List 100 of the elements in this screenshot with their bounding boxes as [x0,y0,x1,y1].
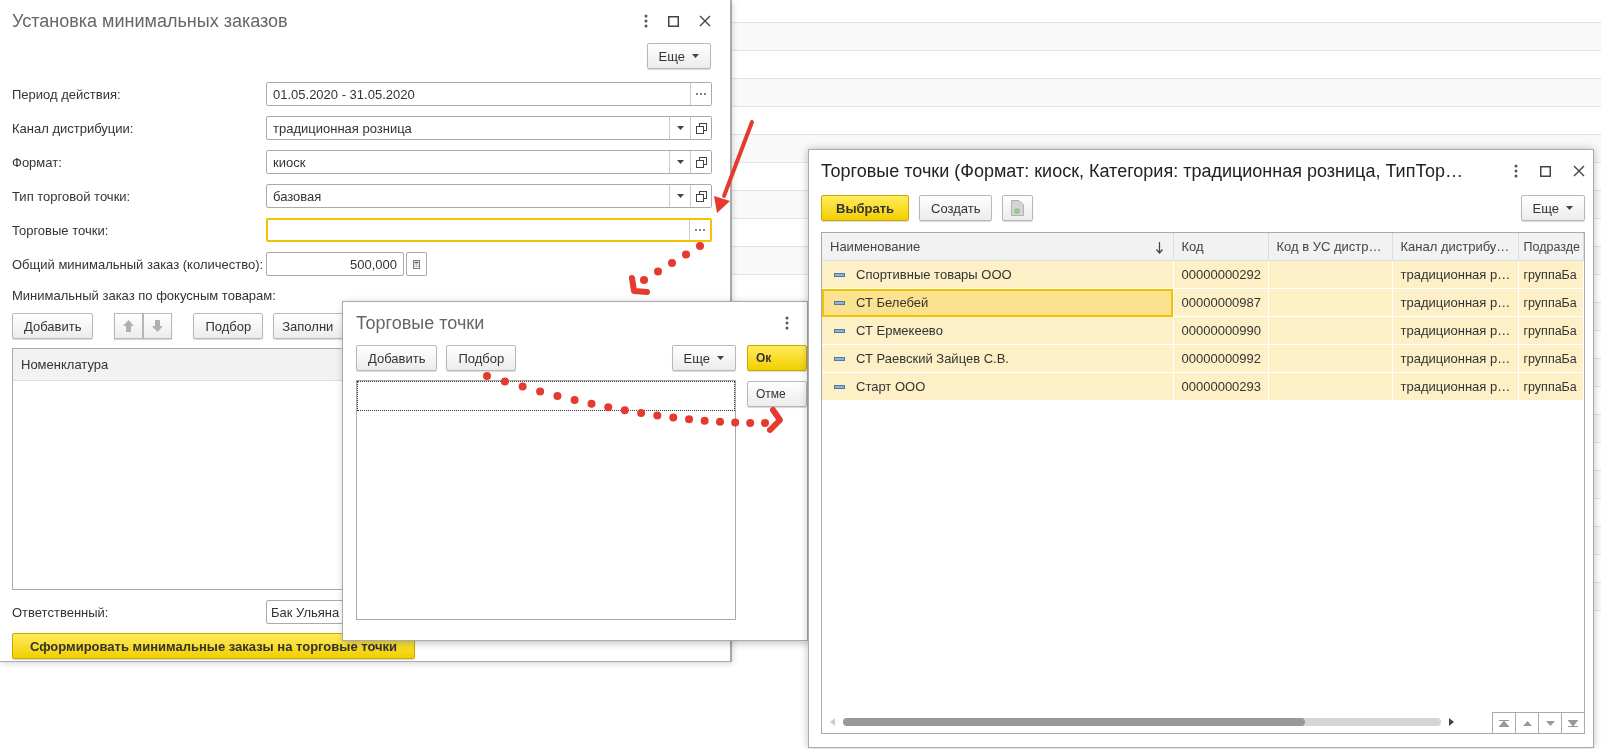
table-cell: традиционная р… [1400,351,1511,366]
first-page-button[interactable] [1492,712,1515,733]
down-icon [1545,720,1555,726]
field-label: Ответственный: [12,604,110,620]
arrow-down-icon [152,320,164,332]
section-label: Минимальный заказ по фокусным товарам: [12,288,277,305]
more-button[interactable]: Еще [646,43,711,69]
table-row[interactable]: СТ Ермекеево 00000000990 традиционная р… группаБа [822,316,1584,345]
close-icon[interactable] [699,15,711,27]
document-add-icon [1011,200,1025,216]
table-cell: группаБа [1523,379,1577,394]
window-title: Торговые точки (Формат: киоск, Категория: традиционная розница, ТипТор… [821,160,1464,182]
sort-down-icon [1155,242,1163,254]
table-cell: СТ Белебей [856,295,929,310]
item-icon [834,328,845,333]
pick-button[interactable]: Подбор [193,313,264,339]
field-label: Период действия: [12,86,121,102]
first-icon [1499,719,1509,727]
window-title: Торговые точки [356,312,486,334]
dropdown-field[interactable]: киоск [266,150,712,174]
last-icon [1568,719,1578,727]
open-button[interactable] [690,151,711,173]
item-icon [834,356,845,361]
select-button[interactable]: Выбрать [821,195,910,221]
open-window-icon [695,156,707,168]
table-row[interactable]: Старт ООО 00000000293 традиционная р… группаБа [822,372,1584,401]
add-button[interactable]: Добавить [12,313,94,339]
table-cell: 00000000990 [1181,323,1262,338]
table-cell: группаБа [1523,323,1577,338]
column-header[interactable]: Канал дистрибу… [1392,233,1518,261]
open-button[interactable] [690,117,711,139]
table-cell: Спортивные товары ООО [856,267,1012,282]
menu-icon[interactable] [1514,164,1518,178]
ok-button[interactable]: Ок [747,345,807,371]
item-icon [834,384,845,389]
maximize-icon[interactable] [1540,165,1551,177]
more-button[interactable]: Еще [671,345,736,371]
table-cell: традиционная р… [1400,267,1511,282]
table-cell: группаБа [1523,295,1577,310]
close-icon[interactable] [1573,165,1585,177]
table-row[interactable]: СТ Раевский Зайцев С.В. 00000000992 традиционная р… группаБа [822,344,1584,373]
previous-page-button[interactable] [1515,712,1538,733]
table-cell: традиционная р… [1400,295,1511,310]
column-header[interactable]: Код в УС дистр… [1268,233,1392,261]
table-cell: СТ Раевский Зайцев С.В. [856,351,1009,366]
caret-icon [1566,206,1573,210]
column-header[interactable]: Наименование [822,233,1173,261]
caret-icon [692,54,699,58]
open-button[interactable] [690,185,711,207]
table-cell: СТ Ермекеево [856,323,943,338]
caret-icon [676,194,684,198]
dropdown-field[interactable]: традиционная розница [266,116,712,140]
select-field[interactable] [266,218,712,242]
cancel-button[interactable]: Отме [747,381,807,407]
choose-button[interactable] [690,83,711,105]
table-cell: 00000000293 [1181,379,1262,394]
table-cell: традиционная р… [1400,379,1511,394]
window-title: Установка минимальных заказов [12,10,289,32]
table-cell: 00000000992 [1181,351,1262,366]
arrow-up-icon [123,320,135,332]
horizontal-scrollbar[interactable] [843,718,1441,726]
number-field[interactable]: 500,000 [266,252,404,276]
open-window-icon [695,190,707,202]
field-label: Формат: [12,154,62,170]
menu-icon[interactable] [785,316,789,330]
more-button[interactable]: Еще [1520,195,1585,221]
table-cell: 00000000987 [1181,295,1262,310]
caret-icon [676,160,684,164]
last-page-button[interactable] [1561,712,1584,733]
column-header: Номенклатура [21,357,109,372]
create-button[interactable]: Создать [919,195,993,221]
column-header[interactable]: Код [1173,233,1268,261]
table-row[interactable]: СТ Белебей 00000000987 традиционная р… группаБа [822,288,1584,317]
field-label: Канал дистрибуции: [12,120,134,136]
field-label: Тип торговой точки: [12,188,131,204]
item-icon [834,300,845,305]
field-label: Торговые точки: [12,222,109,238]
up-icon [1522,720,1532,726]
calculator-button[interactable] [406,252,427,276]
calculator-icon [413,258,420,270]
table-cell: традиционная р… [1400,323,1511,338]
maximize-icon[interactable] [668,15,679,27]
item-icon [834,272,845,277]
caret-icon [717,356,724,360]
table-cell: группаБа [1523,267,1577,282]
menu-icon[interactable] [644,14,648,28]
scroll-right-icon[interactable] [1449,718,1454,726]
table-cell: 00000000292 [1181,267,1262,282]
date-range-field[interactable]: 01.05.2020 - 31.05.2020 [266,82,712,106]
pick-button[interactable]: Подбор [446,345,517,371]
next-page-button[interactable] [1538,712,1561,733]
generate-button[interactable]: Сформировать минимальные заказы на торговые точки [12,633,415,659]
table-cell: Старт ООО [856,379,926,394]
column-header[interactable]: Подразде [1518,233,1584,261]
dropdown-field[interactable]: базовая [266,184,712,208]
caret-icon [676,126,684,130]
open-window-icon [695,122,707,134]
table-row[interactable]: Спортивные товары ООО 00000000292 традиционная р… группаБа [822,260,1584,289]
table-cell: группаБа [1523,351,1577,366]
add-button[interactable]: Добавить [356,345,438,371]
